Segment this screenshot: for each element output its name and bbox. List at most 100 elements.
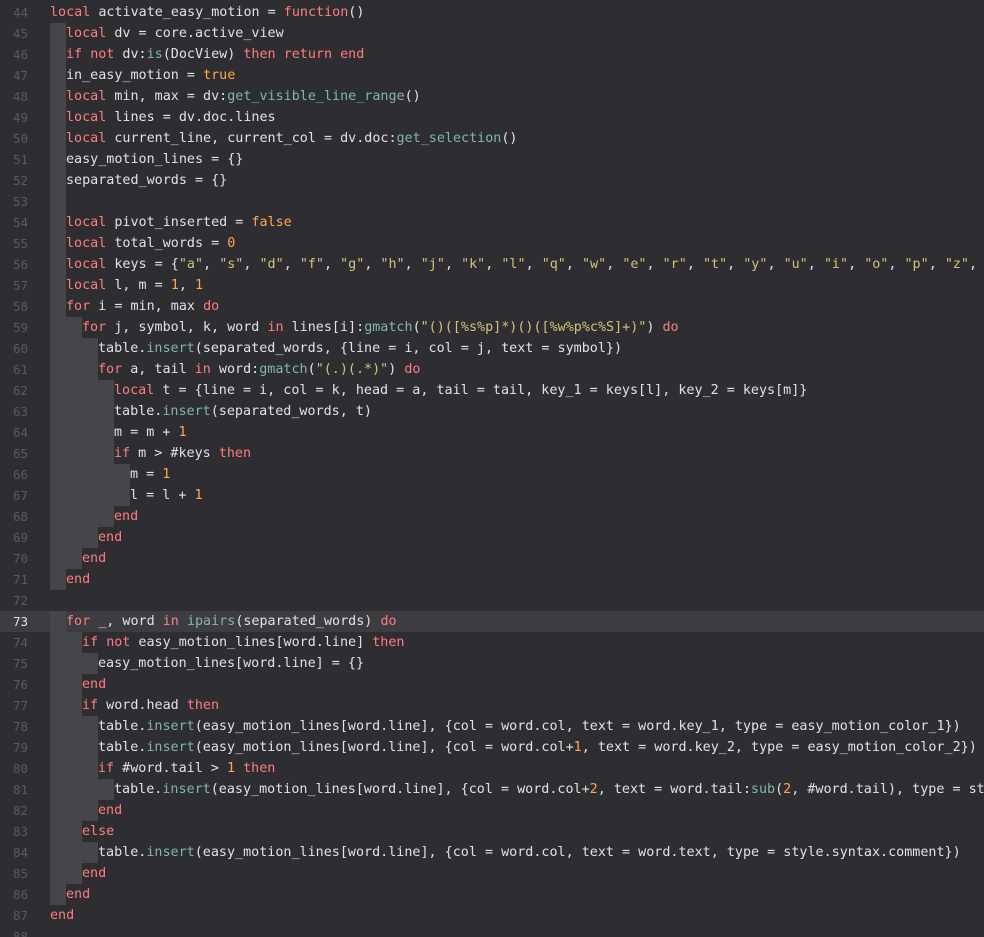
code-token: ( <box>307 362 316 377</box>
indent-guide <box>66 548 82 569</box>
code-token: "o" <box>864 257 889 272</box>
indent-guide <box>66 863 82 884</box>
code-line[interactable]: 53 <box>0 191 984 212</box>
indent-guide <box>82 443 98 464</box>
indent-guide <box>98 464 114 485</box>
code-line[interactable]: 70 end <box>0 548 984 569</box>
code-line[interactable]: 76 end <box>0 674 984 695</box>
code-token: , <box>243 257 260 272</box>
code-token: a, tail <box>122 362 195 377</box>
code-line[interactable]: 45 local dv = core.active_view <box>0 23 984 44</box>
code-line[interactable]: 77 if word.head then <box>0 695 984 716</box>
code-text: l = l + 1 <box>130 485 203 506</box>
code-line[interactable]: 74 if not easy_motion_lines[word.line] th… <box>0 632 984 653</box>
code-token: , <box>525 257 542 272</box>
code-line[interactable]: 88 <box>0 926 984 937</box>
line-number: 64 <box>12 425 28 440</box>
code-token: 2 <box>589 782 598 797</box>
code-text: end <box>98 527 122 548</box>
code-line[interactable]: 51 easy_motion_lines = {} <box>0 149 984 170</box>
code-token: 1 <box>195 278 204 293</box>
code-line[interactable]: 84 table.insert(easy_motion_lines[word.li… <box>0 842 984 863</box>
code-token: , <box>767 257 784 272</box>
code-line[interactable]: 71 end <box>0 569 984 590</box>
code-line[interactable]: 60 table.insert(separated_words, {line = … <box>0 338 984 359</box>
code-line[interactable]: 48 local min, max = dv:get_visible_line_r… <box>0 86 984 107</box>
code-line[interactable]: 86 end <box>0 884 984 905</box>
line-number: 77 <box>12 698 28 713</box>
code-token: gmatch <box>364 320 413 335</box>
code-line[interactable]: 50 local current_line, current_col = dv.d… <box>0 128 984 149</box>
indent-guide <box>66 506 82 527</box>
code-line[interactable]: 47 in_easy_motion = true <box>0 65 984 86</box>
code-line[interactable]: 49 local lines = dv.doc.lines <box>0 107 984 128</box>
code-token: easy_motion_lines[word.line] = {} <box>98 656 365 671</box>
code-line[interactable]: 82 end <box>0 800 984 821</box>
code-line[interactable]: 59 for j, symbol, k, word in lines[i]:gma… <box>0 317 984 338</box>
code-line[interactable]: 79 table.insert(easy_motion_lines[word.li… <box>0 737 984 758</box>
code-text: table.insert(easy_motion_lines[word.line… <box>114 779 984 800</box>
code-line[interactable]: 72 <box>0 590 984 611</box>
code-line[interactable]: 85 end <box>0 863 984 884</box>
indent-guide <box>98 380 114 401</box>
code-token: 0 <box>227 236 236 251</box>
indent-guide <box>66 716 82 737</box>
line-number: 53 <box>12 194 28 209</box>
code-line[interactable]: 65 if m > #keys then <box>0 443 984 464</box>
code-line[interactable]: 52 separated_words = {} <box>0 170 984 191</box>
code-line[interactable]: 57 local l, m = 1, 1 <box>0 275 984 296</box>
line-number: 69 <box>12 530 28 545</box>
code-line[interactable]: 67 l = l + 1 <box>0 485 984 506</box>
code-line[interactable]: 61 for a, tail in word:gmatch("(.)(.*)") … <box>0 359 984 380</box>
code-token: , <box>283 257 300 272</box>
line-number: 62 <box>12 383 28 398</box>
code-text: local keys = {"a", "s", "d", "f", "g", "… <box>66 254 984 275</box>
code-line[interactable]: 46 if not dv:is(DocView) then return end <box>0 44 984 65</box>
line-number: 59 <box>12 320 28 335</box>
indent-guide <box>50 548 66 569</box>
indent-guide <box>50 527 66 548</box>
code-line[interactable]: 64 m = m + 1 <box>0 422 984 443</box>
code-token: ) <box>388 362 405 377</box>
line-number: 84 <box>12 845 28 860</box>
code-token: insert <box>162 782 211 797</box>
code-line[interactable]: 63 table.insert(separated_words, t) <box>0 401 984 422</box>
code-line[interactable]: 73 for _, word in ipairs(separated_words)… <box>0 611 984 632</box>
code-text: m = m + 1 <box>114 422 187 443</box>
code-line[interactable]: 81 table.insert(easy_motion_lines[word.li… <box>0 779 984 800</box>
code-line[interactable]: 80 if #word.tail > 1 then <box>0 758 984 779</box>
code-line[interactable]: 69 end <box>0 527 984 548</box>
indent-guide <box>50 23 66 44</box>
indent-guide <box>50 674 66 695</box>
code-token: in <box>162 614 179 629</box>
line-number: 54 <box>12 215 28 230</box>
line-number: 79 <box>12 740 28 755</box>
code-line[interactable]: 68 end <box>0 506 984 527</box>
line-number: 83 <box>12 824 28 839</box>
code-token: get_visible_line_range <box>227 89 405 104</box>
line-number: 67 <box>12 488 28 503</box>
code-editor[interactable]: 44 local activate_easy_motion = function(… <box>0 0 984 937</box>
code-line[interactable]: 55 local total_words = 0 <box>0 233 984 254</box>
code-line[interactable]: 56 local keys = {"a", "s", "d", "f", "g",… <box>0 254 984 275</box>
indent-guide <box>50 863 66 884</box>
code-token: for <box>66 299 91 314</box>
code-line[interactable]: 75 easy_motion_lines[word.line] = {} <box>0 653 984 674</box>
code-line[interactable]: 62 local t = {line = i, col = k, head = a… <box>0 380 984 401</box>
code-token: local <box>66 215 107 230</box>
code-line[interactable]: 83 else <box>0 821 984 842</box>
code-line[interactable]: 58 for i = min, max do <box>0 296 984 317</box>
line-number: 86 <box>12 887 28 902</box>
code-token: end <box>98 803 123 818</box>
code-line[interactable]: 78 table.insert(easy_motion_lines[word.li… <box>0 716 984 737</box>
code-token: , <box>646 257 663 272</box>
code-token: dv: <box>114 47 147 62</box>
line-number: 70 <box>12 551 28 566</box>
code-token: , text = word.key_2, type = easy_motion_… <box>581 740 977 755</box>
code-line[interactable]: 87 end <box>0 905 984 926</box>
code-token: end <box>340 47 365 62</box>
code-line[interactable]: 44 local activate_easy_motion = function(… <box>0 2 984 23</box>
code-line[interactable]: 66 m = 1 <box>0 464 984 485</box>
code-line[interactable]: 54 local pivot_inserted = false <box>0 212 984 233</box>
code-text: easy_motion_lines = {} <box>66 149 243 170</box>
